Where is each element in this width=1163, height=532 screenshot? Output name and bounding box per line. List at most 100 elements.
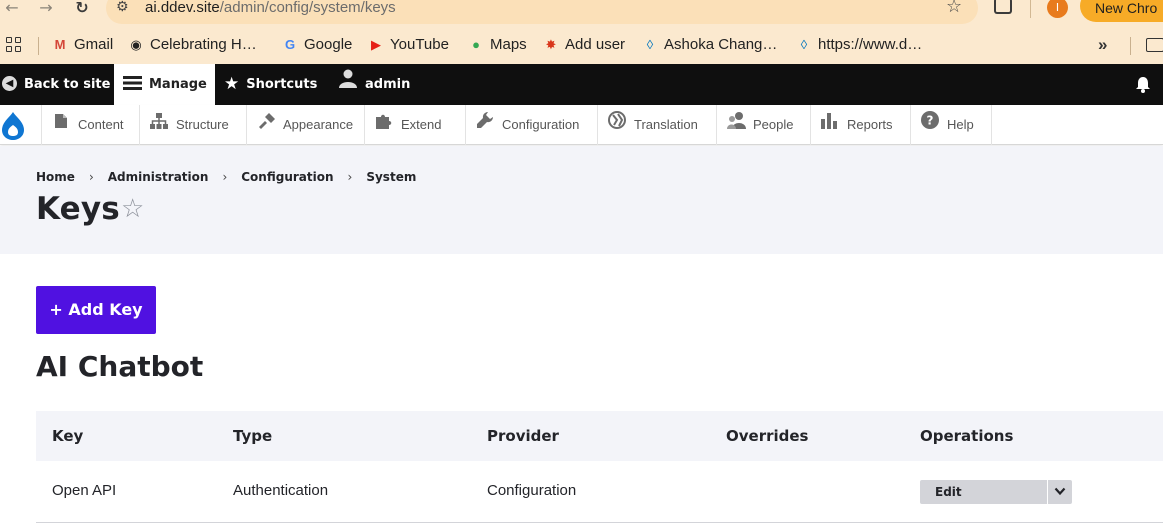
manage-label: Manage (149, 77, 207, 92)
help-icon: ? (921, 105, 939, 145)
bookmark-https[interactable]: ◊ https://www.d… (796, 36, 922, 54)
translation-icon (608, 105, 626, 145)
column-header-provider: Provider (487, 427, 559, 445)
bookmark-ashoka[interactable]: ◊ Ashoka Chang… (642, 36, 778, 54)
breadcrumb-home[interactable]: Home (36, 170, 75, 184)
bookmark-maps[interactable]: ● Maps (468, 36, 527, 54)
divider (38, 37, 39, 55)
menu-help-label: Help (947, 117, 974, 132)
profile-avatar[interactable]: I (1047, 0, 1068, 18)
menu-translation[interactable]: Translation (597, 105, 698, 145)
forward-arrow-icon[interactable]: → (36, 0, 56, 18)
wrench-icon (476, 105, 494, 145)
site-info-icon[interactable]: ⚙ (116, 0, 129, 14)
bookmark-label: Add user (565, 36, 626, 53)
bookmark-label: Google (304, 36, 353, 53)
more-bookmarks-icon[interactable]: » (1098, 35, 1107, 55)
url-path: /admin/config/system/keys (219, 0, 396, 16)
menu-people[interactable]: People (716, 105, 793, 145)
menu-structure[interactable]: Structure (139, 105, 229, 145)
menu-content-label: Content (78, 117, 124, 132)
shortcuts-tab[interactable]: ★ Shortcuts (224, 64, 317, 105)
back-arrow-icon[interactable]: ← (2, 0, 22, 18)
divider (1130, 37, 1131, 55)
breadcrumb-separator-icon: › (88, 170, 94, 184)
back-to-site-label: Back to site (24, 77, 111, 92)
column-header-key: Key (52, 427, 84, 445)
globe-icon: ◉ (130, 37, 142, 52)
apps-grid-icon[interactable] (6, 37, 22, 53)
divider (991, 105, 992, 145)
bookmarks-bar: M Gmail ◉ Celebrating H… G Google ▶ YouTube … (0, 28, 1163, 64)
content-icon (52, 105, 70, 145)
bookmark-google[interactable]: G Google (282, 36, 352, 54)
menu-extend[interactable]: Extend (364, 105, 441, 145)
cell-provider: Configuration (487, 482, 577, 499)
chevron-left-icon: ◀ (2, 76, 17, 91)
dropbutton-toggle[interactable] (1047, 480, 1072, 504)
drupal-icon: ✸ (545, 37, 557, 52)
bookmark-label: Gmail (74, 36, 114, 53)
browser-top-bar: ← → ↻ ⚙ ai.ddev.site/admin/config/system… (0, 0, 1163, 28)
column-header-operations: Operations (920, 427, 1014, 445)
google-icon: G (284, 37, 296, 52)
breadcrumb-system[interactable]: System (366, 170, 416, 184)
bell-icon[interactable] (1135, 76, 1151, 97)
add-shortcut-star-icon[interactable]: ☆ (121, 196, 144, 222)
drupal-logo-icon[interactable] (0, 111, 30, 141)
section-title: AI Chatbot (36, 350, 204, 383)
admin-toolbar: ◀ Back to site Manage ★ Shortcuts admin (0, 64, 1163, 105)
breadcrumb-administration[interactable]: Administration (108, 170, 209, 184)
add-key-button[interactable]: + Add Key (36, 286, 156, 334)
people-icon (727, 105, 746, 145)
edit-button[interactable]: Edit (920, 480, 1047, 504)
bookmark-label: YouTube (390, 36, 449, 53)
url-text[interactable]: ai.ddev.site/admin/config/system/keys (145, 0, 396, 16)
user-icon (338, 64, 358, 105)
breadcrumb-separator-icon: › (347, 170, 353, 184)
menu-appearance-label: Appearance (283, 117, 354, 132)
extensions-icon[interactable] (994, 0, 1012, 14)
menu-icon (123, 76, 142, 90)
chevron-down-icon (1054, 487, 1066, 496)
cell-key: Open API (52, 482, 117, 499)
user-label: admin (365, 77, 411, 92)
shortcuts-label: Shortcuts (246, 77, 318, 92)
page-header: Home › Administration › Configuration › System… (0, 146, 1163, 254)
column-header-type: Type (233, 427, 273, 445)
menu-help[interactable]: ? Help (910, 105, 974, 145)
structure-icon (150, 105, 168, 145)
gmail-icon: M (54, 37, 66, 52)
back-to-site-link[interactable]: ◀ Back to site (2, 64, 110, 105)
bookmark-add-user[interactable]: ✸ Add user (543, 36, 626, 54)
menu-reports[interactable]: Reports (810, 105, 893, 145)
breadcrumb-configuration[interactable]: Configuration (241, 170, 333, 184)
bookmark-label: Maps (490, 36, 527, 53)
table-row: Open API Authentication Configuration Ed… (36, 461, 1163, 523)
new-chrome-button[interactable]: New Chro (1080, 0, 1163, 22)
divider (1030, 0, 1031, 18)
bookmark-youtube[interactable]: ▶ YouTube (368, 36, 449, 54)
user-tab[interactable]: admin (338, 64, 410, 105)
reload-icon[interactable]: ↻ (72, 0, 92, 18)
bookmark-celebrating[interactable]: ◉ Celebrating H… (128, 36, 256, 54)
page-title: Keys (36, 191, 120, 227)
menu-structure-label: Structure (176, 117, 229, 132)
bookmark-label: Ashoka Chang… (664, 36, 778, 53)
admin-menu-tray: Content Structure Appearance Extend Conf… (0, 105, 1163, 145)
breadcrumb: Home › Administration › Configuration › System (36, 170, 416, 184)
bookmark-gmail[interactable]: M Gmail (52, 36, 114, 54)
menu-configuration[interactable]: Configuration (465, 105, 579, 145)
column-header-overrides: Overrides (726, 427, 809, 445)
menu-content[interactable]: Content (41, 105, 124, 145)
menu-reports-label: Reports (847, 117, 893, 132)
folder-icon[interactable] (1146, 38, 1163, 52)
table-header: Key Type Provider Overrides Operations (36, 411, 1163, 461)
star-icon: ★ (224, 74, 240, 94)
bookmark-star-icon[interactable]: ☆ (946, 0, 962, 16)
manage-tab[interactable]: Manage (114, 64, 215, 105)
youtube-icon: ▶ (371, 37, 381, 52)
drupal-icon: ◊ (800, 37, 808, 52)
drupal-icon: ◊ (646, 37, 654, 52)
menu-appearance[interactable]: Appearance (246, 105, 353, 145)
